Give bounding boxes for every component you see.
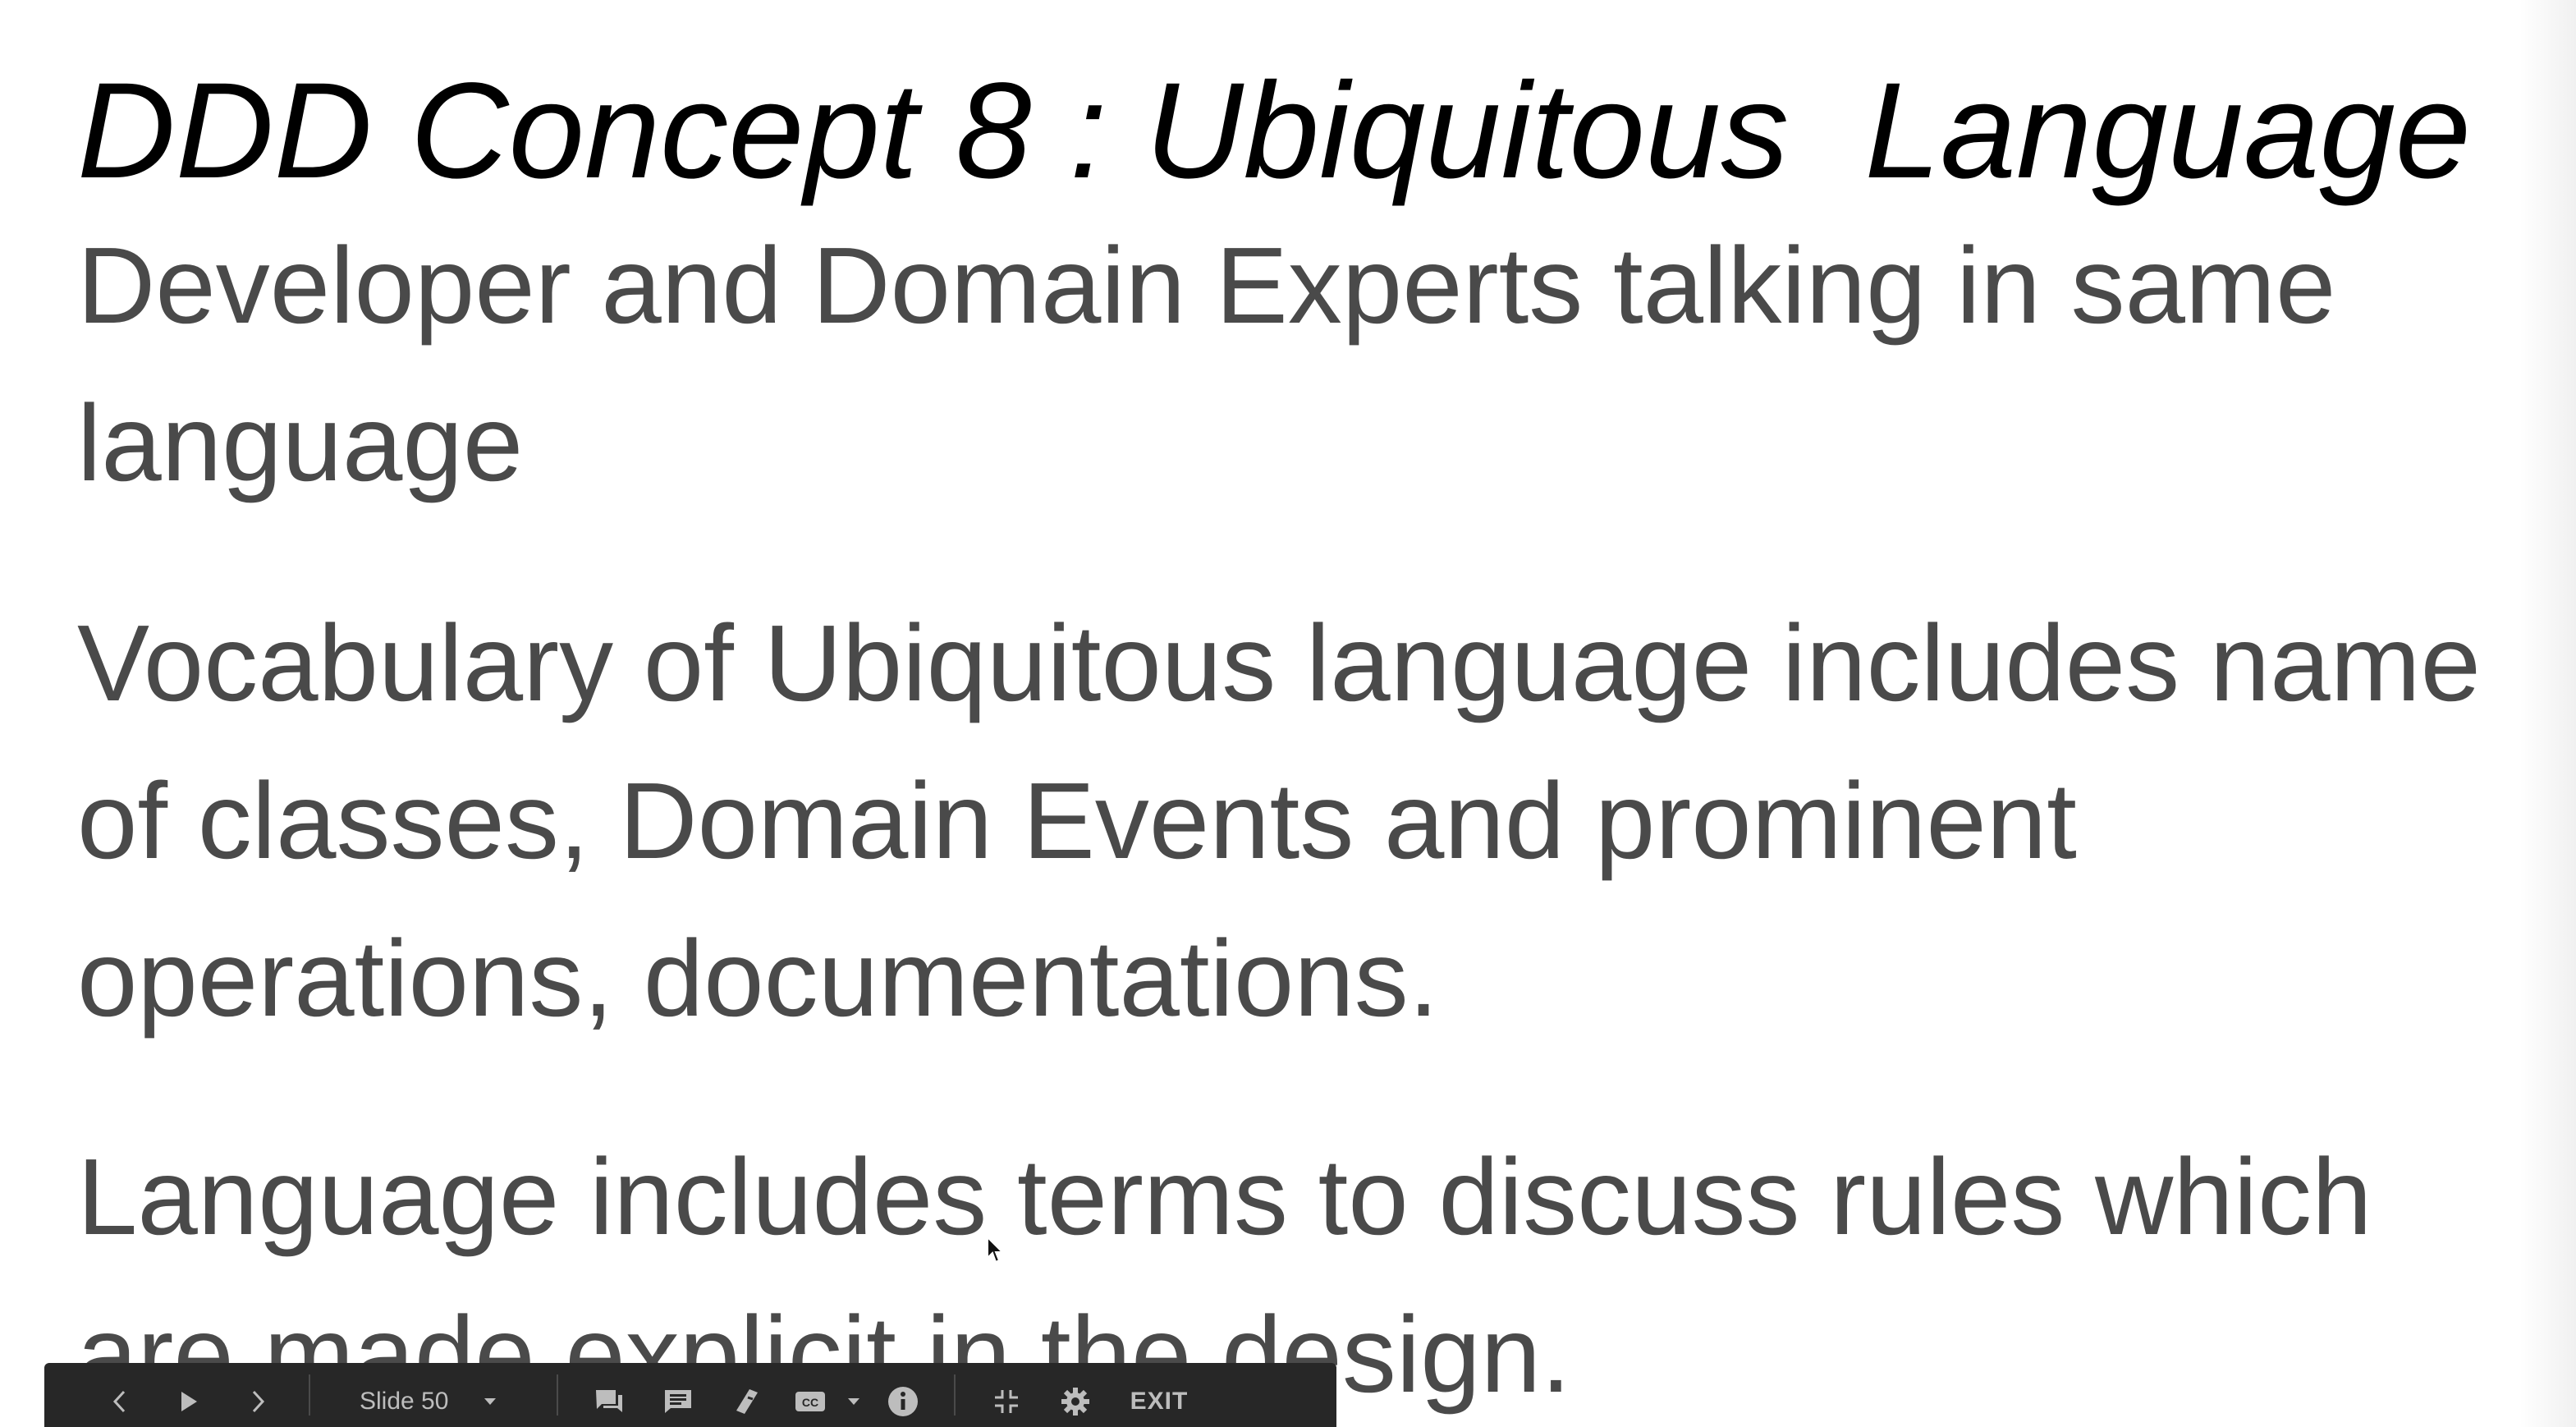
- svg-text:CC: CC: [802, 1396, 818, 1409]
- comments-icon[interactable]: [575, 1376, 644, 1427]
- slide-selector[interactable]: Slide 50: [327, 1376, 540, 1427]
- gear-icon[interactable]: [1041, 1376, 1110, 1427]
- chevron-right-icon[interactable]: [223, 1376, 292, 1427]
- laser-pointer-icon[interactable]: [713, 1376, 782, 1427]
- chevron-left-icon[interactable]: [85, 1376, 154, 1427]
- slide-title: DDD Concept 8 : Ubiquitous Language: [77, 55, 2472, 207]
- presenter-toolbar: Slide 50 CC EXIT: [44, 1363, 1336, 1427]
- toolbar-divider: [309, 1374, 310, 1416]
- slide-paragraph-1: Developer and Domain Experts talking in …: [77, 225, 2336, 503]
- presentation-slide: DDD Concept 8 : Ubiquitous Language Deve…: [0, 0, 2576, 1427]
- slide-paragraph-2: Vocabulary of Ubiquitous language includ…: [77, 603, 2481, 1039]
- slide-number-label: Slide 50: [360, 1388, 449, 1415]
- caret-down-icon[interactable]: [839, 1376, 869, 1427]
- info-icon[interactable]: [869, 1376, 937, 1427]
- toolbar-divider: [557, 1374, 558, 1416]
- toolbar-divider: [954, 1374, 956, 1416]
- closed-captions-icon[interactable]: CC: [782, 1376, 839, 1427]
- speaker-notes-icon[interactable]: [644, 1376, 713, 1427]
- exit-fullscreen-icon[interactable]: [972, 1376, 1041, 1427]
- caret-down-icon: [483, 1397, 497, 1406]
- exit-button[interactable]: EXIT: [1110, 1376, 1208, 1427]
- play-icon[interactable]: [154, 1376, 223, 1427]
